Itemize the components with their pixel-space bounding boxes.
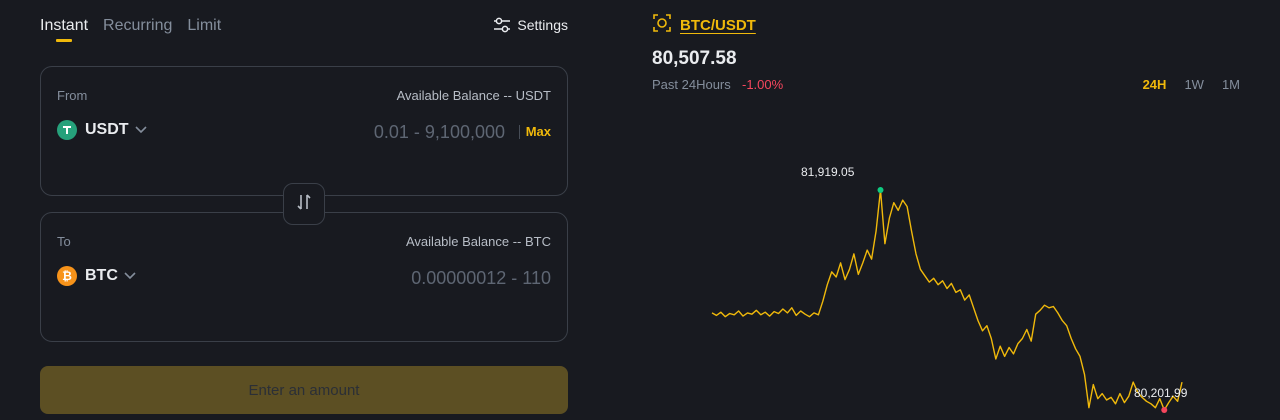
from-label: From [57, 88, 88, 103]
chevron-down-icon [124, 267, 136, 285]
to-label: To [57, 234, 71, 249]
low-marker [1161, 407, 1168, 413]
tab-recurring[interactable]: Recurring [103, 17, 172, 35]
to-asset-selector[interactable]: ₿ BTC [57, 266, 136, 286]
chevron-down-icon [134, 121, 147, 139]
to-box: To Available Balance -- BTC ₿ BTC 0.0000… [40, 212, 568, 342]
from-asset-name: USDT [85, 121, 129, 138]
from-amount-input[interactable]: 0.01 - 9,100,000 [374, 122, 505, 143]
tab-limit[interactable]: Limit [187, 17, 221, 35]
order-type-tabs: Instant Recurring Limit [40, 17, 236, 42]
period-label: Past 24Hours [652, 77, 731, 92]
settings-label: Settings [517, 17, 568, 33]
usdt-coin-icon [57, 120, 77, 140]
range-24h[interactable]: 24H [1143, 77, 1167, 92]
to-amount-input[interactable]: 0.00000012 - 110 [411, 268, 551, 289]
range-1w[interactable]: 1W [1184, 77, 1204, 92]
price-line [711, 189, 1183, 411]
to-asset-name: BTC [85, 267, 118, 284]
swap-button[interactable] [283, 183, 325, 225]
pair-name: BTC/USDT [680, 17, 756, 34]
from-box: From Available Balance -- USDT USDT 0.01… [40, 66, 568, 196]
range-selector: 24H 1W 1M [1143, 77, 1240, 92]
max-button[interactable]: Max [526, 124, 551, 139]
tab-instant[interactable]: Instant [40, 17, 88, 42]
divider [519, 125, 520, 139]
from-asset-selector[interactable]: USDT [57, 120, 147, 140]
pair-icon [652, 13, 672, 38]
price-chart [711, 187, 1183, 413]
high-price-label: 81,919.05 [801, 165, 855, 179]
convert-panel: Instant Recurring Limit Settings From Av… [40, 0, 568, 420]
current-price: 80,507.58 [652, 48, 737, 69]
to-available-balance: Available Balance -- BTC [406, 234, 551, 249]
btc-coin-icon: ₿ [57, 266, 77, 286]
sliders-icon [493, 17, 511, 33]
high-marker [877, 187, 884, 193]
swap-arrows-icon [294, 192, 314, 217]
pair-link[interactable]: BTC/USDT [652, 13, 756, 38]
low-price-label: 80,201.99 [1134, 386, 1188, 400]
enter-amount-button[interactable]: Enter an amount [40, 366, 568, 414]
price-change: -1.00% [742, 77, 784, 92]
range-1m[interactable]: 1M [1222, 77, 1240, 92]
from-available-balance: Available Balance -- USDT [396, 88, 551, 103]
settings-button[interactable]: Settings [493, 17, 568, 33]
